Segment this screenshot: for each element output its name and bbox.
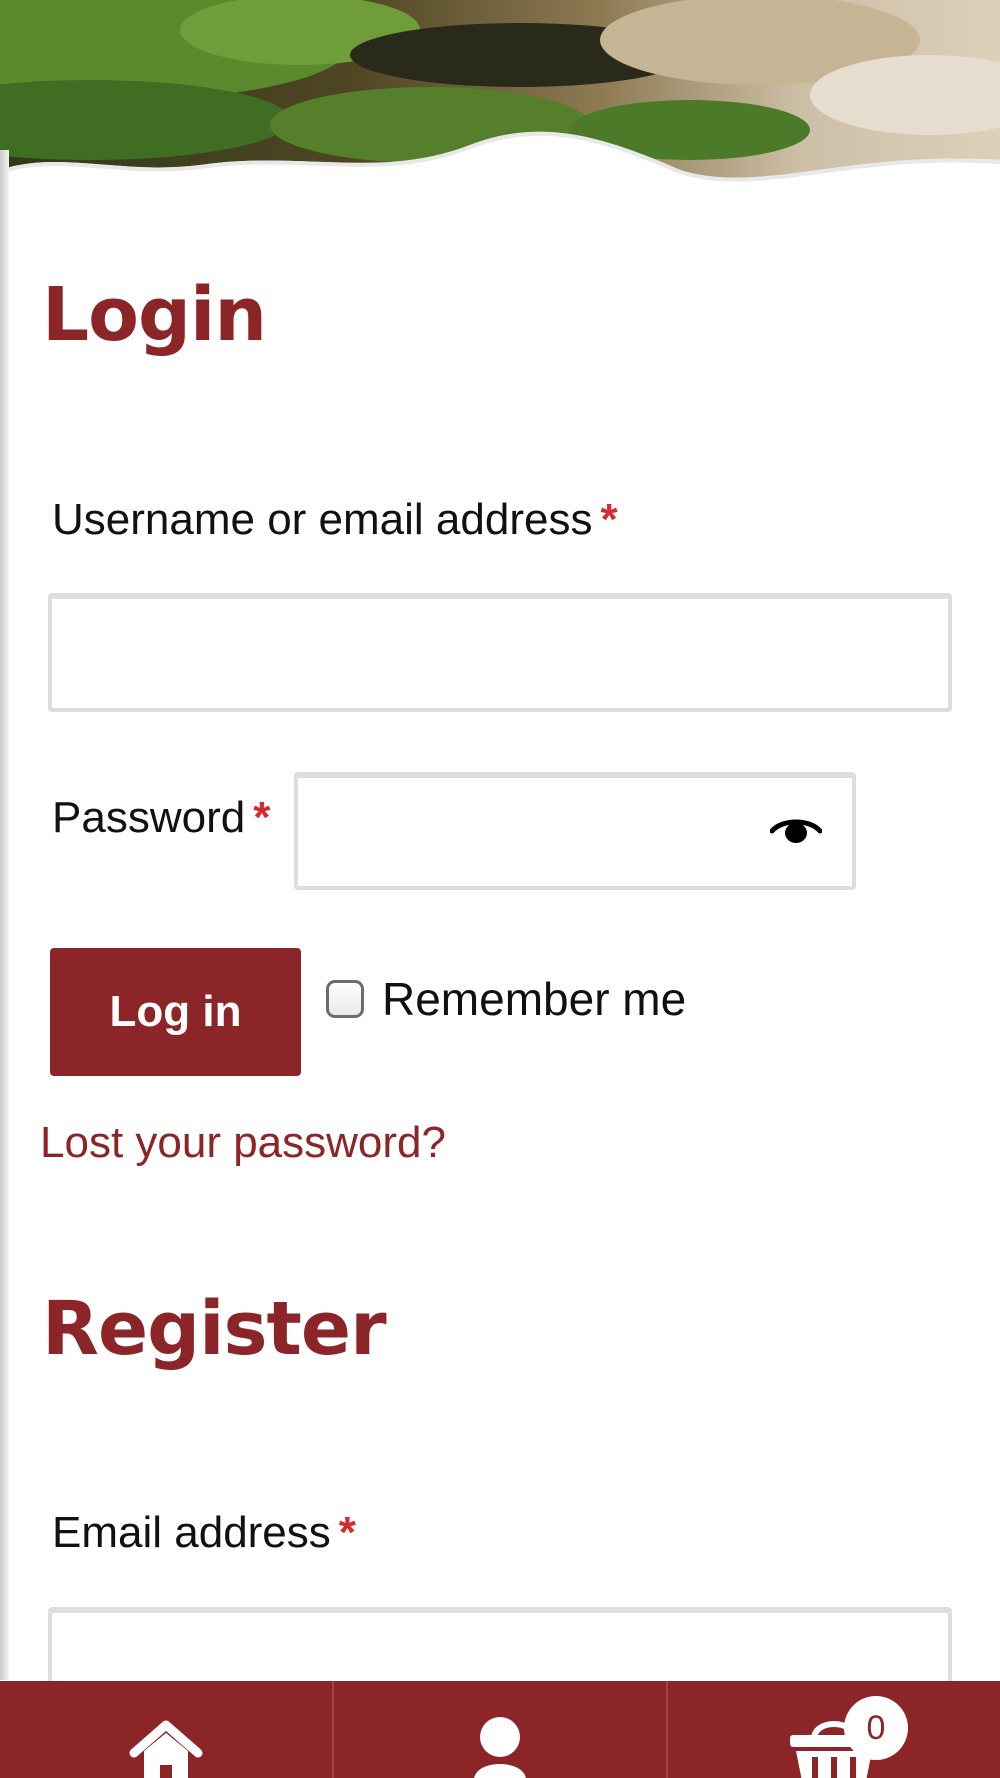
lost-password-link[interactable]: Lost your password? xyxy=(40,1118,446,1168)
remember-me-checkbox[interactable] xyxy=(326,980,364,1018)
show-password-eye-icon[interactable] xyxy=(769,817,823,847)
password-label-text: Password xyxy=(52,793,246,842)
page-edge-shadow xyxy=(0,150,9,1680)
cart-count-badge: 0 xyxy=(844,1696,908,1760)
login-button[interactable]: Log in xyxy=(50,948,301,1076)
password-label: Password * xyxy=(52,793,270,843)
required-marker: * xyxy=(338,1508,356,1557)
email-label: Email address * xyxy=(52,1508,356,1558)
required-marker: * xyxy=(253,793,271,842)
password-input[interactable] xyxy=(298,778,852,886)
nav-cart[interactable]: 0 xyxy=(668,1681,1000,1778)
nav-account[interactable] xyxy=(334,1681,668,1778)
username-label: Username or email address * xyxy=(52,495,618,545)
login-heading: Login xyxy=(42,272,267,358)
username-input[interactable] xyxy=(52,599,948,708)
remember-me-label: Remember me xyxy=(382,973,687,1025)
hero-image xyxy=(0,0,1000,215)
required-marker: * xyxy=(600,495,618,544)
username-label-text: Username or email address xyxy=(52,495,593,544)
register-heading: Register xyxy=(42,1286,387,1372)
nav-home[interactable] xyxy=(0,1681,334,1778)
email-label-text: Email address xyxy=(52,1508,331,1557)
user-icon xyxy=(468,1715,532,1778)
password-field[interactable] xyxy=(294,772,856,890)
home-icon xyxy=(128,1719,204,1778)
username-field[interactable] xyxy=(48,593,952,712)
bottom-nav: 0 xyxy=(0,1681,1000,1778)
remember-me[interactable]: Remember me xyxy=(326,972,686,1026)
